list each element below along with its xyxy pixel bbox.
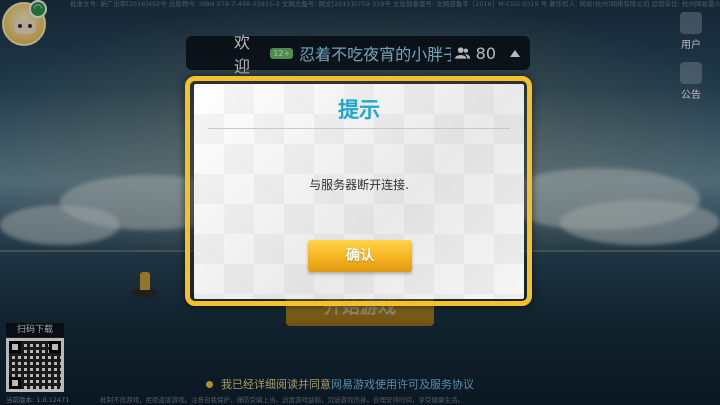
dialog: 提示 与服务器断开连接. 确认 [194, 84, 524, 299]
confirm-button[interactable]: 确认 [308, 240, 412, 272]
dialog-title: 提示 [338, 98, 380, 122]
dialog-divider [208, 128, 510, 129]
dialog-message: 与服务器断开连接. [309, 178, 409, 192]
